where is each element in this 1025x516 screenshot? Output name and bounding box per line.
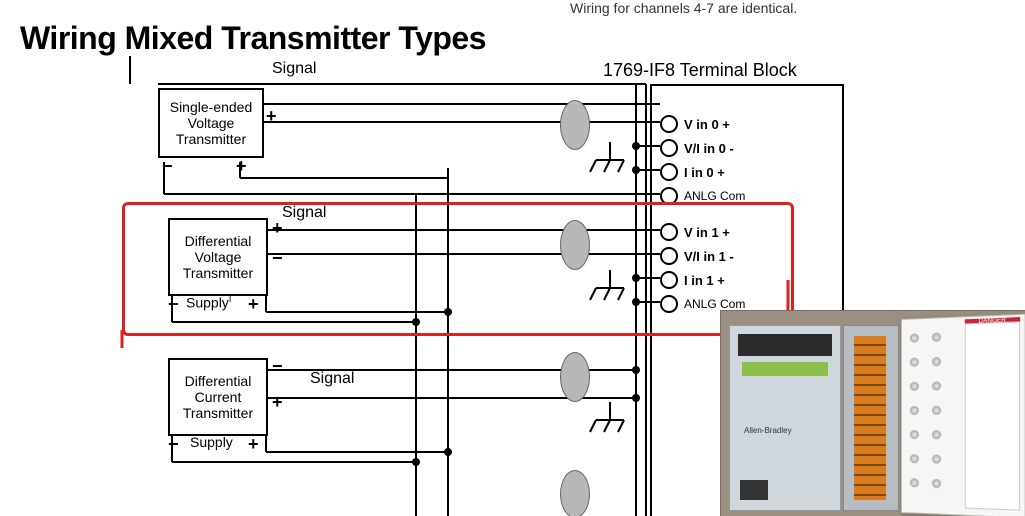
screw-icon: [932, 406, 941, 415]
plc-display: [738, 334, 832, 356]
screw-icon: [910, 333, 919, 342]
io-terminal-strip: [854, 336, 886, 500]
plc-led-strip: [742, 362, 828, 376]
wiring-card: [965, 321, 1020, 510]
screw-icon: [910, 478, 919, 487]
screw-icon: [932, 333, 941, 342]
module-door: DANGER: [901, 314, 1025, 516]
plc-controller: Allen-Bradley: [729, 325, 841, 511]
ethernet-port-icon: [740, 480, 768, 500]
plc-brand-label: Allen-Bradley: [744, 426, 792, 435]
screw-icon: [932, 430, 941, 439]
screw-icon: [910, 406, 919, 415]
screw-icon: [932, 357, 941, 366]
screw-icon: [910, 382, 919, 391]
screw-icon: [910, 430, 919, 439]
screw-icon: [932, 479, 941, 488]
screw-icon: [932, 381, 941, 390]
screw-icon: [910, 358, 919, 367]
screw-icon: [910, 454, 919, 463]
io-module: [843, 325, 899, 511]
hardware-photo: Allen-Bradley DANGER: [720, 310, 1025, 516]
screw-icon: [932, 455, 941, 464]
